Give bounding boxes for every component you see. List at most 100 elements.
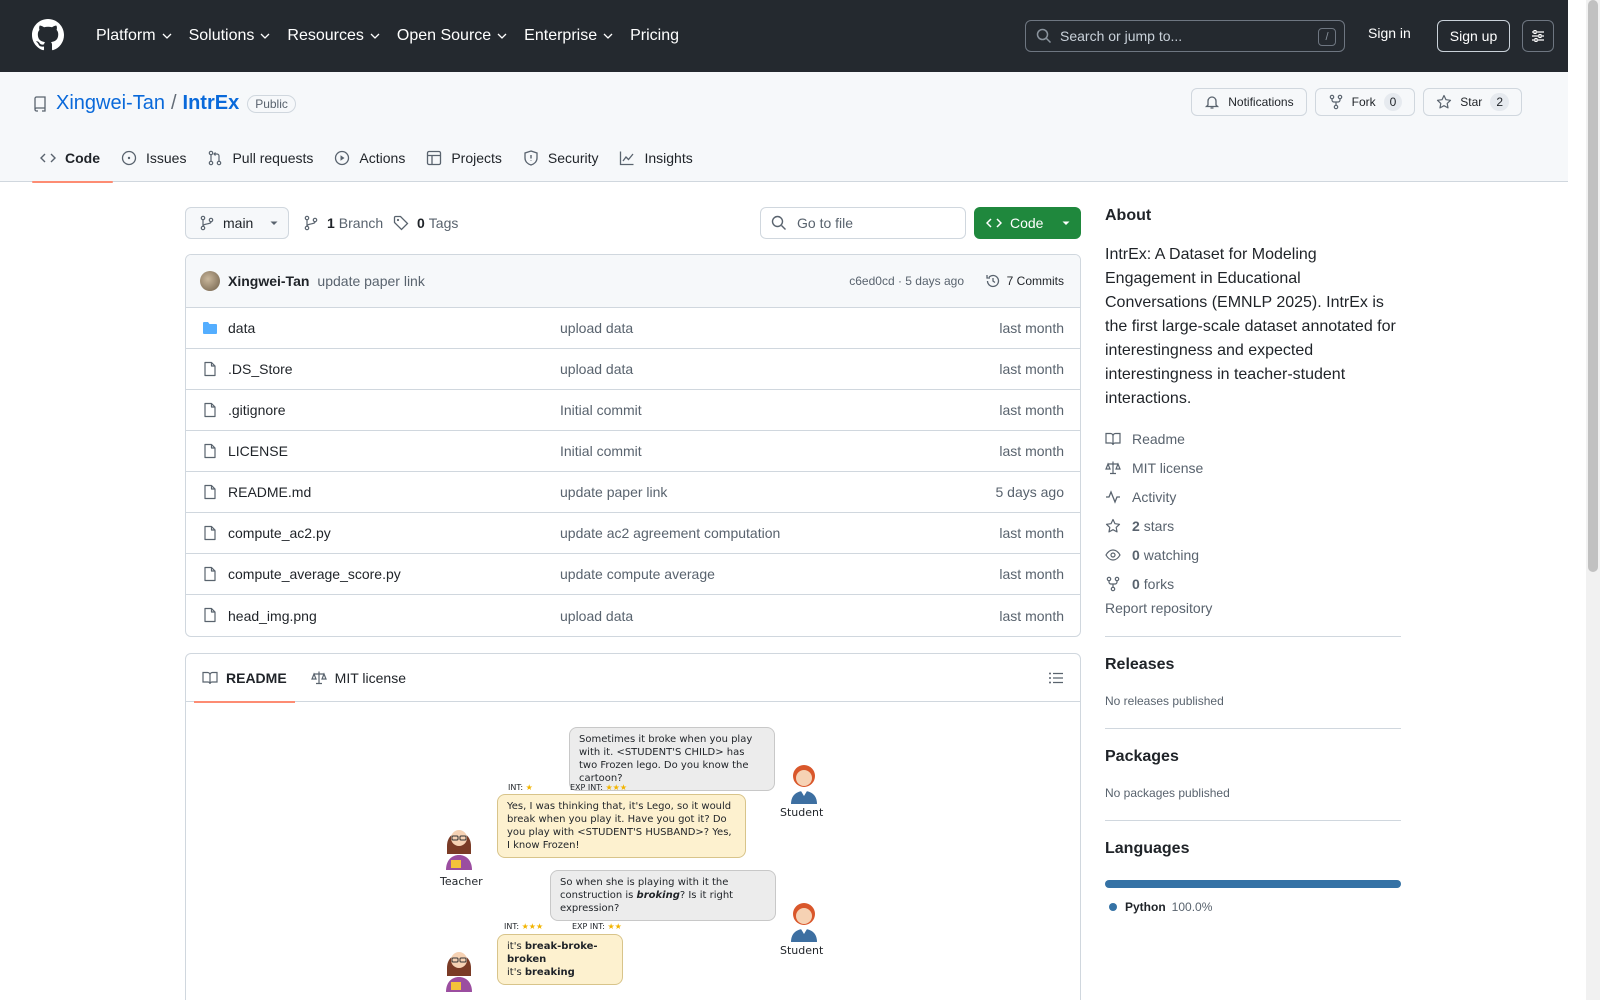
triangle-down-icon <box>270 221 278 225</box>
chevron-down-icon <box>603 33 613 39</box>
file-icon <box>204 566 216 582</box>
tab-code[interactable]: Code <box>32 134 113 183</box>
sign-in-link[interactable]: Sign in <box>1368 25 1411 41</box>
global-header: Platform Solutions Resources Open Source… <box>0 0 1568 72</box>
file-commit-message[interactable]: upload data <box>560 608 633 624</box>
table-row[interactable]: .gitignore Initial commit last month <box>186 390 1080 431</box>
tab-issues[interactable]: Issues <box>113 134 199 182</box>
file-commit-message[interactable]: update paper link <box>560 484 667 500</box>
fork-button[interactable]: Fork 0 <box>1314 88 1416 116</box>
appearance-settings-button[interactable] <box>1522 20 1554 52</box>
list-unordered-icon[interactable] <box>1048 670 1064 686</box>
tab-license[interactable]: MIT license <box>303 654 414 702</box>
table-row[interactable]: head_img.png upload data last month <box>186 595 1080 636</box>
fork-count: 0 <box>1383 93 1403 111</box>
file-name-link[interactable]: compute_ac2.py <box>228 525 331 541</box>
code-icon <box>40 153 56 163</box>
repo-description: IntrEx: A Dataset for Modeling Engagemen… <box>1105 246 1396 407</box>
file-name-link[interactable]: compute_average_score.py <box>228 566 401 582</box>
license-link[interactable]: MIT license <box>1105 453 1401 482</box>
law-icon <box>1105 461 1121 474</box>
repo-owner-link[interactable]: Xingwei-Tan <box>56 92 165 115</box>
star-button[interactable]: Star 2 <box>1423 88 1522 116</box>
student-avatar-icon <box>791 903 817 942</box>
readme-head-image: Sometimes it broke when you play with it… <box>186 702 1080 1000</box>
releases-empty-text: No releases published <box>1105 694 1224 708</box>
table-row[interactable]: compute_average_score.py update compute a… <box>186 554 1080 595</box>
repo-name-link[interactable]: IntrEx <box>183 92 240 115</box>
folder-icon <box>203 322 217 334</box>
chevron-down-icon <box>260 33 270 39</box>
avatar[interactable] <box>200 271 220 291</box>
tab-security[interactable]: Security <box>515 134 612 182</box>
file-navigation: main 1 Branch 0 Tags Go to file Code <box>185 207 1081 239</box>
packages-heading[interactable]: Packages <box>1105 748 1401 766</box>
rating-stars: ★ <box>525 783 533 792</box>
file-commit-age: last month <box>999 525 1064 541</box>
commit-author[interactable]: Xingwei-Tan <box>228 273 309 289</box>
commits-link[interactable]: 7 Commits <box>985 273 1064 289</box>
file-commit-message[interactable]: update ac2 agreement computation <box>560 525 780 541</box>
file-icon <box>204 402 216 418</box>
file-name-link[interactable]: .DS_Store <box>228 361 293 377</box>
releases-heading[interactable]: Releases <box>1105 656 1401 674</box>
watchers-link[interactable]: 0 watching <box>1105 540 1401 569</box>
file-name-link[interactable]: .gitignore <box>228 402 286 418</box>
scrollbar-thumb[interactable] <box>1588 0 1598 572</box>
releases-section: Releases No releases published <box>1105 636 1401 708</box>
file-commit-message[interactable]: upload data <box>560 320 633 336</box>
global-search-input[interactable]: Search or jump to... / <box>1025 20 1345 52</box>
table-row[interactable]: data upload data last month <box>186 308 1080 349</box>
file-commit-message[interactable]: Initial commit <box>560 443 642 459</box>
repo-header: Xingwei-Tan / IntrEx Public Notification… <box>0 72 1568 183</box>
commit-message[interactable]: update paper link <box>317 273 424 289</box>
file-commit-message[interactable]: upload data <box>560 361 633 377</box>
table-row[interactable]: README.md update paper link 5 days ago <box>186 472 1080 513</box>
file-name-link[interactable]: data <box>228 320 255 336</box>
about-heading: About <box>1105 207 1152 224</box>
nav-enterprise[interactable]: Enterprise <box>516 27 622 45</box>
rating-int-2: INT: ★★★ <box>504 922 544 931</box>
star-count: 2 <box>1490 93 1509 111</box>
language-bar <box>1105 880 1401 888</box>
tab-insights[interactable]: Insights <box>611 134 705 182</box>
tags-link[interactable]: 0 Tags <box>393 207 458 239</box>
nav-resources[interactable]: Resources <box>279 27 388 45</box>
github-logo-icon[interactable] <box>32 19 64 51</box>
languages-section: Languages Python 100.0% <box>1105 820 1401 914</box>
branch-selector[interactable]: main <box>185 207 289 239</box>
notifications-button[interactable]: Notifications <box>1191 88 1307 116</box>
table-row[interactable]: compute_ac2.py update ac2 agreement compu… <box>186 513 1080 554</box>
commit-sha-time[interactable]: c6ed0cd · 5 days ago <box>849 274 964 288</box>
report-repository-link[interactable]: Report repository <box>1105 600 1401 616</box>
search-icon <box>1036 28 1052 44</box>
file-name-link[interactable]: head_img.png <box>228 608 317 624</box>
sign-up-button[interactable]: Sign up <box>1437 20 1510 52</box>
repo-sidebar: About IntrEx: A Dataset for Modeling Eng… <box>1105 207 1401 914</box>
file-name-link[interactable]: README.md <box>228 484 311 500</box>
table-row[interactable]: LICENSE Initial commit last month <box>186 431 1080 472</box>
go-to-file-input[interactable]: Go to file <box>760 207 966 239</box>
tab-pull-requests[interactable]: Pull requests <box>199 134 326 182</box>
nav-pricing[interactable]: Pricing <box>622 27 687 45</box>
forks-link[interactable]: 0 forks <box>1105 569 1401 598</box>
nav-solutions[interactable]: Solutions <box>181 27 280 45</box>
page-scrollbar[interactable] <box>1586 0 1600 1000</box>
tab-actions[interactable]: Actions <box>326 134 418 182</box>
tab-projects[interactable]: Projects <box>418 134 515 182</box>
stars-link[interactable]: 2 stars <box>1105 511 1401 540</box>
table-row[interactable]: .DS_Store upload data last month <box>186 349 1080 390</box>
readme-tabs: README MIT license <box>186 654 1080 703</box>
nav-platform[interactable]: Platform <box>88 27 181 45</box>
readme-link[interactable]: Readme <box>1105 424 1401 453</box>
file-commit-message[interactable]: Initial commit <box>560 402 642 418</box>
file-commit-message[interactable]: update compute average <box>560 566 715 582</box>
tab-readme[interactable]: README <box>194 654 295 703</box>
branches-link[interactable]: 1 Branch <box>303 207 383 239</box>
language-item-python[interactable]: Python 100.0% <box>1105 900 1401 914</box>
code-dropdown-button[interactable]: Code <box>974 207 1081 239</box>
file-commit-age: last month <box>999 402 1064 418</box>
nav-open-source[interactable]: Open Source <box>389 27 516 45</box>
file-name-link[interactable]: LICENSE <box>228 443 288 459</box>
activity-link[interactable]: Activity <box>1105 482 1401 511</box>
